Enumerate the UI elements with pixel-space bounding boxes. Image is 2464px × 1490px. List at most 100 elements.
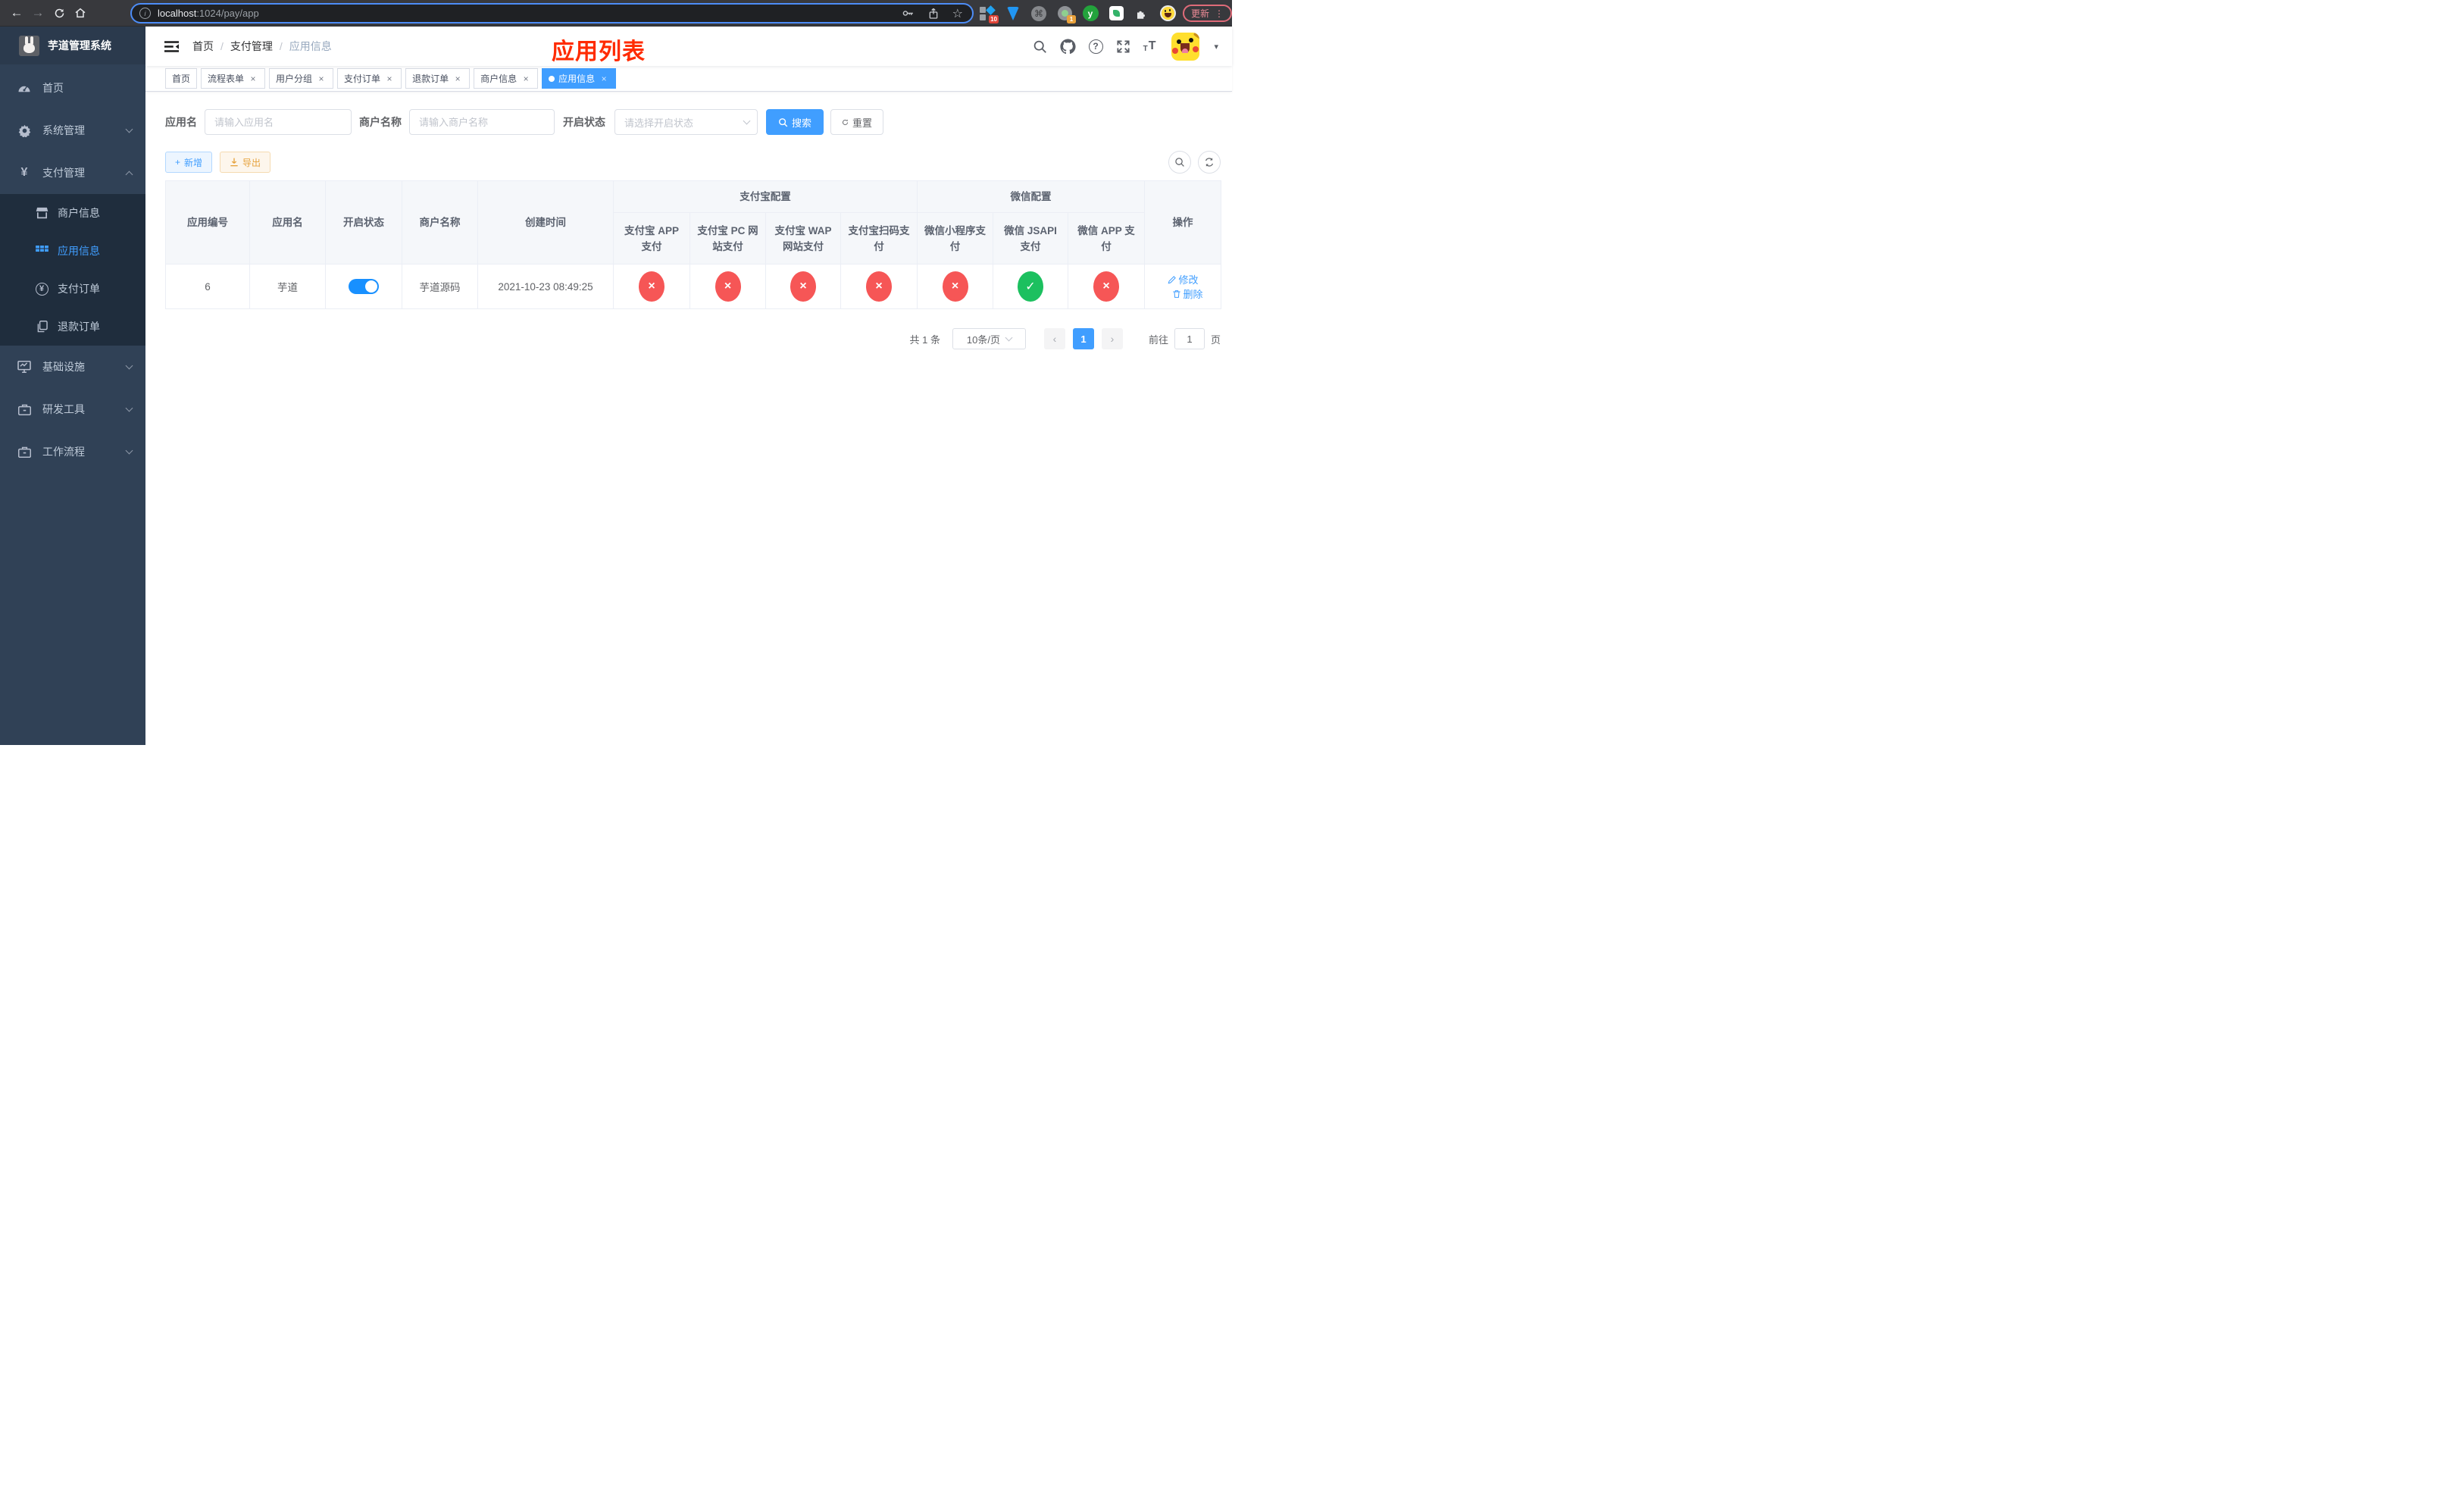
col-header-ops: 操作 xyxy=(1144,180,1222,265)
tab-merchant-info[interactable]: 商户信息 × xyxy=(474,68,539,89)
plus-icon: + xyxy=(175,157,181,167)
close-tab-icon[interactable]: × xyxy=(599,74,609,84)
dashboard-icon xyxy=(15,83,33,93)
tab-home[interactable]: 首页× xyxy=(165,68,198,89)
header-search-icon[interactable] xyxy=(1033,39,1047,54)
col-header-alipay-qr: 支付宝扫码支付 xyxy=(840,212,918,265)
address-bar[interactable]: i localhost:1024/pay/app ☆ xyxy=(130,3,974,23)
fullscreen-icon[interactable] xyxy=(1116,39,1130,54)
password-key-icon[interactable] xyxy=(902,8,915,19)
col-header-wx-jsapi: 微信 JSAPI 支付 xyxy=(993,212,1068,265)
cell-app-name: 芋道 xyxy=(249,264,326,309)
delete-link[interactable]: 删除 xyxy=(1172,286,1203,301)
sidebar-item-home[interactable]: 首页 xyxy=(0,67,145,109)
cell-created: 2021-10-23 08:49:25 xyxy=(477,264,614,309)
pagination-total: 共 1 条 xyxy=(909,333,940,346)
browser-update-button[interactable]: 更新 ⋮ xyxy=(1183,5,1232,22)
breadcrumb-payment[interactable]: 支付管理 xyxy=(230,39,273,54)
open-status-select[interactable]: 请选择开启状态 xyxy=(614,109,758,135)
trash-icon xyxy=(1172,290,1180,298)
browser-reload-button[interactable] xyxy=(48,2,70,23)
prev-page-button[interactable]: ‹ xyxy=(1043,328,1065,349)
sidebar-item-workflow[interactable]: 工作流程 xyxy=(0,430,145,473)
next-page-button[interactable]: › xyxy=(1101,328,1123,349)
sidebar-item-payment[interactable]: ¥ 支付管理 xyxy=(0,152,145,194)
share-icon[interactable] xyxy=(928,8,939,20)
chevron-down-icon xyxy=(125,125,133,133)
toggle-search-button[interactable] xyxy=(1168,151,1191,174)
status-cross-icon: × xyxy=(866,271,892,302)
github-icon[interactable] xyxy=(1060,38,1076,55)
tab-pay-order[interactable]: 支付订单 × xyxy=(337,68,402,89)
tab-app-info[interactable]: 应用信息 × xyxy=(542,68,617,89)
status-cross-icon: × xyxy=(942,271,968,302)
status-cross-icon: × xyxy=(1093,271,1119,302)
merchant-name-input[interactable] xyxy=(409,109,555,135)
col-header-created: 创建时间 xyxy=(477,180,614,265)
edit-link[interactable]: 修改 xyxy=(1168,272,1199,286)
status-toggle[interactable] xyxy=(349,279,379,294)
bookmark-star-icon[interactable]: ☆ xyxy=(952,6,963,21)
app-table: 应用编号 应用名 开启状态 商户名称 创建时间 支付宝配置 微信配置 操作 支付… xyxy=(165,180,1222,309)
sidebar-item-merchant-info[interactable]: 商户信息 xyxy=(0,194,145,232)
sidebar-item-infrastructure[interactable]: 基础设施 xyxy=(0,346,145,388)
sidebar-collapse-button[interactable] xyxy=(164,40,179,53)
extension-y-icon[interactable]: y xyxy=(1082,5,1099,22)
sidebar-item-dev-tools[interactable]: 研发工具 xyxy=(0,388,145,430)
close-tab-icon[interactable]: × xyxy=(384,74,395,84)
avatar-caret-icon[interactable]: ▾ xyxy=(1214,42,1218,52)
help-icon[interactable]: ? xyxy=(1088,39,1103,54)
col-header-status: 开启状态 xyxy=(325,180,402,265)
export-button[interactable]: 导出 xyxy=(220,152,271,173)
page-unit-label: 页 xyxy=(1210,333,1221,346)
browser-back-button[interactable]: ← xyxy=(6,2,27,23)
sidebar: 芋道管理系统 首页 系统管理 ¥ 支付管理 商户信息 应用信息 ¥ 支付订单 退… xyxy=(0,27,145,745)
close-tab-icon[interactable]: × xyxy=(521,74,531,84)
user-avatar[interactable] xyxy=(1171,32,1200,61)
close-tab-icon[interactable]: × xyxy=(316,74,327,84)
chevron-down-icon xyxy=(743,117,751,124)
chevron-down-icon xyxy=(125,404,133,412)
site-info-icon[interactable]: i xyxy=(139,8,151,19)
breadcrumb-home[interactable]: 首页 xyxy=(192,39,214,54)
extension-grid-icon[interactable]: 10 xyxy=(979,5,999,23)
extension-kite-icon[interactable] xyxy=(1005,5,1021,22)
extension-recorder-icon[interactable]: 1 xyxy=(1056,5,1076,23)
add-button[interactable]: + 新增 xyxy=(165,152,213,173)
browser-home-button[interactable] xyxy=(70,2,91,23)
cell-merchant: 芋道源码 xyxy=(402,264,478,309)
extensions-puzzle-icon[interactable] xyxy=(1134,5,1150,22)
url-text: localhost:1024/pay/app xyxy=(158,8,259,19)
app-logo[interactable]: 芋道管理系统 xyxy=(0,27,145,64)
tab-refund-order[interactable]: 退款订单 × xyxy=(405,68,471,89)
sidebar-item-pay-order[interactable]: ¥ 支付订单 xyxy=(0,270,145,308)
reset-button[interactable]: 重置 xyxy=(830,109,883,135)
open-status-label: 开启状态 xyxy=(563,116,605,128)
app-title: 芋道管理系统 xyxy=(48,39,111,52)
search-icon xyxy=(779,117,788,127)
extension-command-icon[interactable]: ⌘ xyxy=(1030,5,1047,22)
refresh-icon xyxy=(1205,158,1214,167)
sidebar-item-system[interactable]: 系统管理 xyxy=(0,109,145,152)
extension-chat-icon[interactable] xyxy=(1108,5,1124,22)
col-header-app-id: 应用编号 xyxy=(165,180,250,265)
sidebar-item-refund-order[interactable]: 退款订单 xyxy=(0,308,145,346)
font-size-icon[interactable]: TT xyxy=(1143,39,1156,53)
tab-user-group[interactable]: 用户分组 × xyxy=(269,68,334,89)
tab-process-form[interactable]: 流程表单 × xyxy=(201,68,266,89)
browser-menu-icon[interactable]: ⋮ xyxy=(1215,8,1224,19)
status-cross-icon: × xyxy=(790,271,816,302)
close-tab-icon[interactable]: × xyxy=(452,74,463,84)
sidebar-item-app-info[interactable]: 应用信息 xyxy=(0,232,145,270)
profile-avatar-icon[interactable] xyxy=(1159,5,1176,22)
goto-page-input[interactable] xyxy=(1174,328,1205,349)
browser-forward-button[interactable]: → xyxy=(27,2,48,23)
close-tab-icon[interactable]: × xyxy=(248,74,258,84)
app-name-input[interactable] xyxy=(205,109,352,135)
group-header-alipay: 支付宝配置 xyxy=(613,180,918,213)
search-button[interactable]: 搜索 xyxy=(766,109,824,135)
breadcrumb-current: 应用信息 xyxy=(289,40,332,52)
page-number-1[interactable]: 1 xyxy=(1072,328,1094,349)
refresh-table-button[interactable] xyxy=(1198,151,1221,174)
page-size-select[interactable]: 10条/页 xyxy=(952,328,1026,349)
